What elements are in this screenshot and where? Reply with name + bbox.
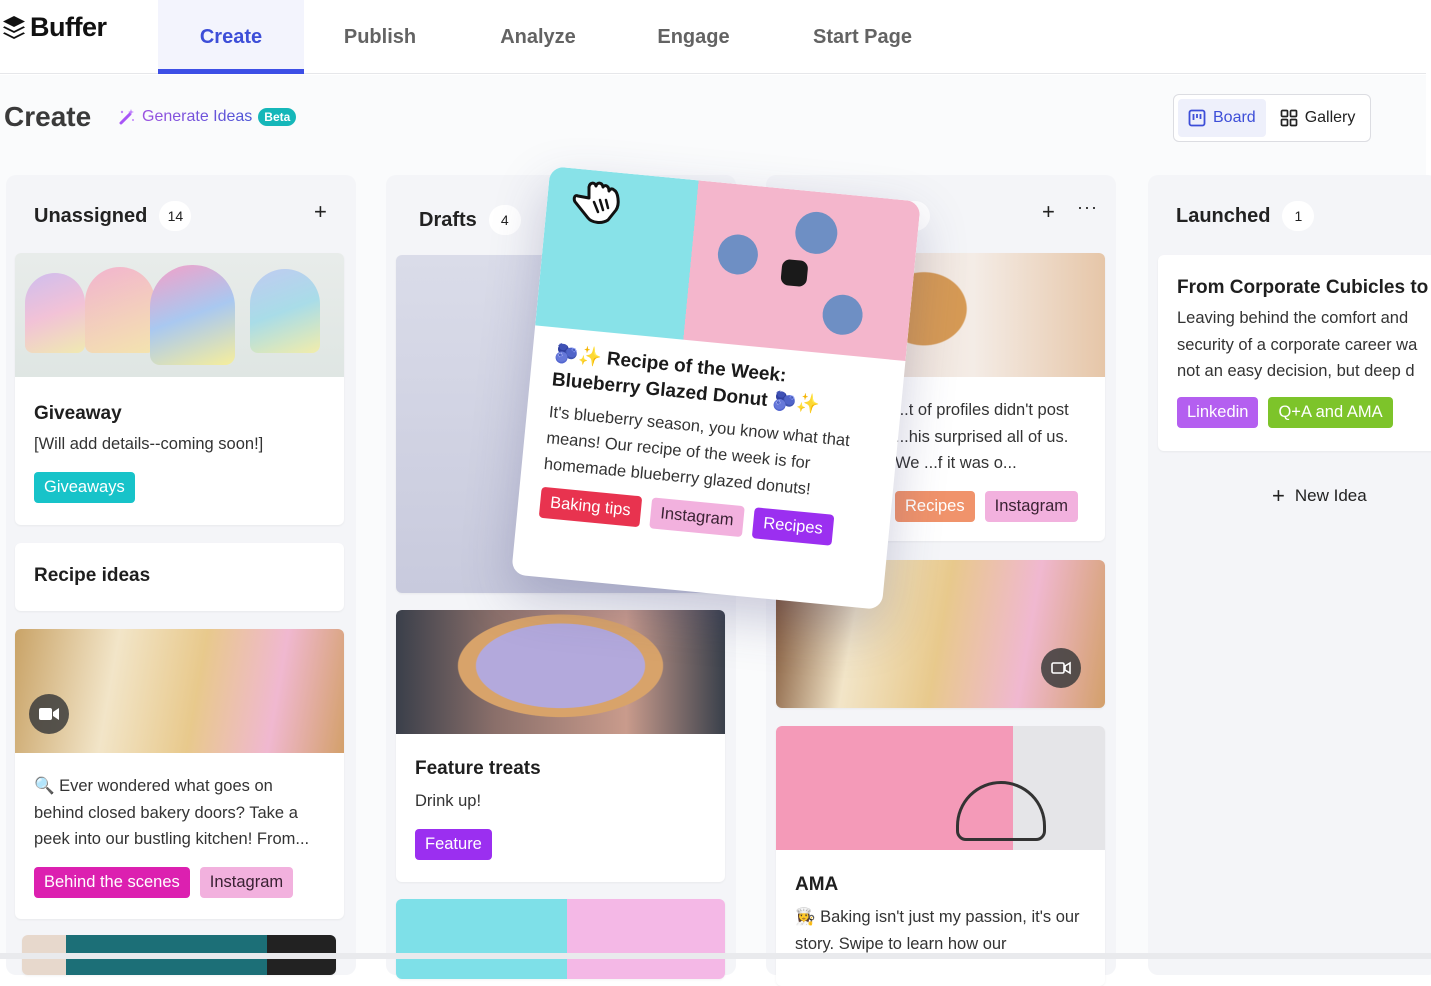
column-header: Unassigned 14: [34, 201, 192, 231]
idea-card[interactable]: Feature treats Drink up! Feature: [396, 610, 725, 882]
tag-instagram[interactable]: Instagram: [199, 866, 294, 898]
video-badge: [29, 694, 69, 734]
card-text: 👩‍🍳 Baking isn't just my passion, it's o…: [795, 908, 1080, 953]
generate-ideas-button[interactable]: Generate Ideas Beta: [118, 108, 297, 126]
column-title: Launched: [1176, 204, 1271, 227]
nav-tab-label: Start Page: [813, 25, 912, 48]
gallery-grid-icon: [1280, 109, 1298, 127]
column-title: Drafts: [419, 208, 477, 231]
nav-tab-engage[interactable]: Engage: [636, 0, 751, 74]
card-text: Drink up!: [415, 792, 482, 810]
tag-giveaways[interactable]: Giveaways: [34, 471, 135, 503]
bottom-scroll-edge: [0, 953, 1431, 959]
gallery-view-button[interactable]: Gallery: [1270, 99, 1366, 137]
nav-tab-label: Engage: [657, 25, 730, 48]
column-count: 4: [488, 205, 521, 235]
card-image-assorted-donuts: [15, 629, 344, 753]
generate-ideas-label: Generate Ideas: [142, 108, 253, 125]
video-camera-icon: [1051, 661, 1071, 675]
app-name: Buffer: [30, 12, 107, 42]
nav-tab-label: Analyze: [500, 25, 576, 48]
tag-linkedin[interactable]: Linkedin: [1177, 396, 1259, 428]
plus-icon: +: [1272, 483, 1285, 508]
card-text: Leaving behind the comfort and security …: [1177, 309, 1418, 380]
magic-wand-icon: [119, 109, 134, 125]
card-image-purple-sprinkle-donut: [396, 610, 725, 734]
page-title: Create: [4, 101, 92, 132]
video-camera-icon: [39, 708, 59, 720]
tag-recipes[interactable]: Recipes: [751, 507, 835, 546]
new-idea-label: New Idea: [1294, 486, 1367, 505]
nav-tab-label: Create: [199, 25, 263, 48]
nav-tab-publish[interactable]: Publish: [320, 0, 440, 74]
column-title: Unassigned: [34, 204, 148, 227]
view-toggle: Board Gallery: [1173, 94, 1371, 142]
board-icon: [1188, 109, 1206, 127]
add-idea-plus-icon[interactable]: +: [314, 199, 327, 225]
video-badge: [1041, 648, 1081, 688]
column-count: 14: [159, 201, 192, 231]
column-count: 1: [1282, 201, 1315, 231]
column-unassigned: Unassigned 14 + Giveaway [Will add detai…: [6, 175, 356, 975]
idea-card[interactable]: Giveaway [Will add details--coming soon!…: [15, 253, 344, 525]
new-idea-button[interactable]: + New Idea: [1272, 483, 1367, 509]
card-title: Recipe ideas: [34, 565, 151, 586]
board-label: Board: [1213, 109, 1256, 126]
top-navigation-bar: Buffer Create Publish Analyze Engage Sta…: [0, 0, 1426, 74]
tag-recipes[interactable]: Recipes: [895, 490, 975, 522]
nav-tab-start-page[interactable]: Start Page: [795, 0, 930, 74]
column-header: Launched 1: [1176, 201, 1315, 231]
idea-card[interactable]: From Corporate Cubicles to Leaving behin…: [1158, 255, 1431, 451]
idea-card[interactable]: Recipe ideas: [15, 543, 344, 611]
gallery-label: Gallery: [1304, 109, 1356, 126]
card-text: [Will add details--coming soon!]: [34, 435, 264, 453]
tag-qa-and-ama[interactable]: Q+A and AMA: [1268, 396, 1393, 428]
tag-instagram[interactable]: Instagram: [648, 497, 745, 538]
tag-feature[interactable]: Feature: [415, 828, 492, 860]
idea-card[interactable]: 🔍 Ever wondered what goes on behind clos…: [15, 629, 344, 919]
card-title: Feature treats: [415, 758, 541, 779]
card-title: Giveaway: [34, 403, 122, 424]
nav-tab-create[interactable]: Create: [158, 0, 304, 74]
dragged-idea-card[interactable]: 🫐✨ Recipe of the Week: Blueberry Glazed …: [511, 166, 921, 610]
tag-instagram[interactable]: Instagram: [984, 490, 1078, 522]
buffer-logo[interactable]: Buffer: [2, 12, 107, 43]
column-launched: Launched 1 From Corporate Cubicles to Le…: [1148, 175, 1431, 975]
idea-card[interactable]: AMA 👩‍🍳 Baking isn't just my passion, it…: [776, 726, 1105, 986]
card-text: 🔍 Ever wondered what goes on behind clos…: [34, 777, 310, 848]
add-idea-plus-icon[interactable]: +: [1042, 199, 1055, 225]
column-header: Drafts 4: [419, 205, 521, 235]
tag-baking-tips[interactable]: Baking tips: [538, 486, 642, 528]
card-image-pink-cafe: [776, 726, 1105, 850]
board-view-button[interactable]: Board: [1178, 99, 1266, 137]
more-options-icon[interactable]: ···: [1077, 197, 1098, 218]
card-image-rainbow-cupcakes: [15, 253, 344, 377]
tag-behind-the-scenes[interactable]: Behind the scenes: [34, 866, 190, 898]
card-image-teal-pink-donuts[interactable]: [396, 899, 725, 979]
card-title: AMA: [795, 874, 839, 895]
nav-tab-analyze[interactable]: Analyze: [478, 0, 598, 74]
buffer-stack-icon: [3, 15, 25, 39]
card-title: From Corporate Cubicles to: [1177, 277, 1429, 298]
beta-badge: Beta: [258, 108, 297, 126]
nav-tab-label: Publish: [343, 25, 417, 48]
grab-hand-cursor-icon: [572, 181, 620, 224]
